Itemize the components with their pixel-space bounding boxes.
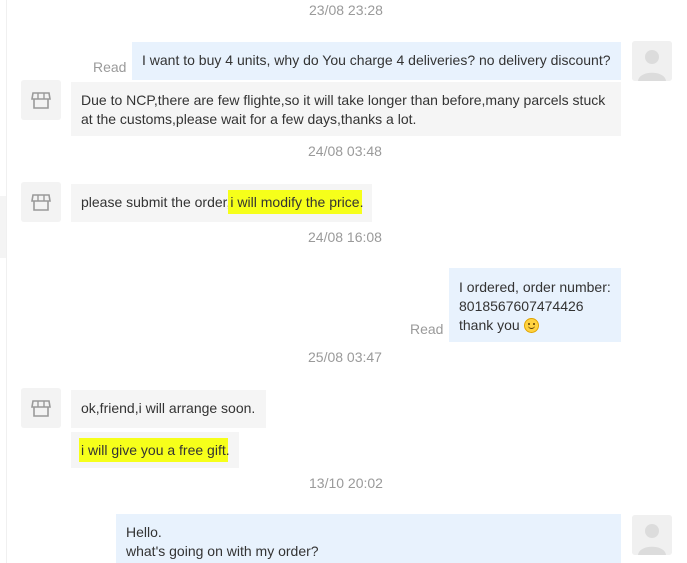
left-panel-edge: [0, 0, 7, 563]
message-text-line: Due to NCP,there are few flighte,so it w…: [81, 92, 606, 108]
chat-window: 23/08 23:28 Read I want to buy 4 units, …: [0, 0, 687, 563]
message-timestamp: 24/08 16:08: [308, 229, 382, 245]
read-receipt: Read: [410, 321, 444, 337]
outgoing-message[interactable]: I want to buy 4 units, why do You charge…: [132, 42, 621, 80]
incoming-message[interactable]: i will give you a free gift.: [71, 432, 239, 468]
incoming-message[interactable]: Due to NCP,there are few flighte,so it w…: [71, 82, 621, 136]
message-timestamp: 13/10 20:02: [309, 475, 383, 491]
seller-avatar[interactable]: [21, 182, 61, 222]
message-text-line: I ordered, order number:: [459, 279, 611, 295]
left-panel-shade: [0, 196, 6, 258]
seller-avatar[interactable]: [21, 80, 61, 120]
message-text-line: at the customs,please wait for a few day…: [81, 111, 417, 127]
message-timestamp: 24/08 03:48: [308, 143, 382, 159]
read-receipt: Read: [93, 59, 127, 75]
incoming-message[interactable]: ok,friend,i will arrange soon.: [71, 390, 266, 428]
highlighted-text: i will give you a free gift: [81, 440, 226, 460]
message-text: ok,friend,i will arrange soon.: [81, 400, 256, 416]
message-text: i will give you a free gift.: [81, 440, 230, 460]
message-timestamp: 23/08 23:28: [309, 2, 383, 18]
store-icon: [21, 388, 61, 428]
buyer-avatar[interactable]: [632, 41, 672, 81]
message-text-line: thank you: [459, 316, 611, 335]
message-text: I want to buy 4 units, why do You charge…: [142, 52, 611, 68]
message-text-line: Hello.: [126, 524, 162, 540]
store-icon: [21, 80, 61, 120]
message-text-line-content: thank you: [459, 317, 520, 333]
incoming-message[interactable]: please submit the order,i will modify th…: [71, 184, 372, 222]
message-timestamp: 25/08 03:47: [308, 349, 382, 365]
seller-avatar[interactable]: [21, 388, 61, 428]
buyer-avatar[interactable]: [632, 515, 672, 555]
outgoing-message[interactable]: I ordered, order number: 801856760747442…: [449, 268, 621, 342]
message-text-plain: please submit the order,: [81, 194, 231, 210]
user-avatar-icon: [632, 515, 672, 555]
message-text: please submit the order,i will modify th…: [81, 192, 364, 212]
highlighted-text: i will modify the price: [230, 192, 360, 212]
message-text-tail: .: [225, 442, 230, 458]
message-text-line: 8018567607474426: [459, 298, 584, 314]
store-icon: [21, 182, 61, 222]
user-avatar-icon: [632, 41, 672, 81]
message-text-tail: .: [359, 194, 364, 210]
smiling-face-icon: [523, 318, 539, 333]
message-text-line: what's going on with my order?: [126, 543, 319, 559]
outgoing-message[interactable]: Hello. what's going on with my order?: [116, 514, 621, 563]
